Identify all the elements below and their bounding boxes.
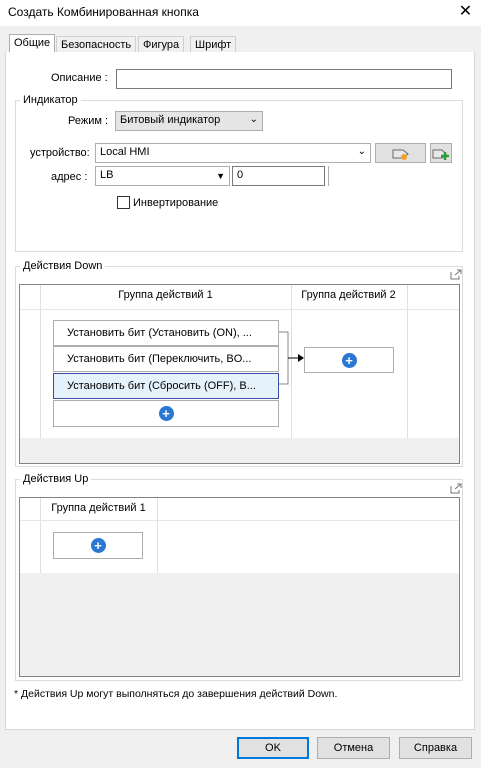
add-device-button[interactable] xyxy=(430,143,452,163)
window-title: Создать Комбинированная кнопка xyxy=(8,5,199,19)
plus-icon: + xyxy=(158,406,174,421)
caret-down-icon: ▼ xyxy=(216,171,225,181)
device-dropdown[interactable]: Local HMI ⌄ xyxy=(95,143,371,163)
grid-spacer xyxy=(408,285,459,438)
description-input[interactable] xyxy=(116,69,452,89)
chevron-down-icon: ⌄ xyxy=(249,114,258,125)
tab-shape[interactable]: Фигура xyxy=(138,36,185,53)
down-actions-title: Действия Down xyxy=(20,260,106,272)
mode-label: Режим : xyxy=(68,115,109,127)
tag-settings-icon xyxy=(392,149,409,160)
address-type-value: LB xyxy=(100,169,114,181)
tab-security[interactable]: Безопасность xyxy=(56,36,137,53)
plus-icon: + xyxy=(90,538,106,553)
popout-icon[interactable] xyxy=(450,483,462,494)
device-label: устройство: xyxy=(30,147,90,159)
plus-icon: + xyxy=(341,353,357,368)
cancel-button[interactable]: Отмена xyxy=(317,737,390,759)
indicator-group-title: Индикатор xyxy=(20,94,81,106)
action-item-set-on[interactable]: Установить бит (Установить (ON), ... xyxy=(53,320,279,346)
grid-gutter xyxy=(20,285,40,438)
mode-dropdown[interactable]: Битовый индикатор ⌄ xyxy=(115,111,263,131)
down-group-1-header: Группа действий 1 xyxy=(118,289,213,301)
help-button[interactable]: Справка xyxy=(399,737,472,759)
action-item-reset-off[interactable]: Установить бит (Сбросить (OFF), B... xyxy=(53,373,279,399)
address-label: адрес : xyxy=(51,171,88,183)
address-input[interactable]: 0 xyxy=(232,166,325,186)
tab-font[interactable]: Шрифт xyxy=(190,36,237,53)
down-group-2-header: Группа действий 2 xyxy=(301,289,396,301)
address-divider xyxy=(328,166,329,186)
popout-icon[interactable] xyxy=(450,269,462,280)
up-actions-grid xyxy=(19,497,460,677)
address-type-dropdown[interactable]: LB ▼ xyxy=(95,166,230,186)
action-item-toggle[interactable]: Установить бит (Переключить, BO... xyxy=(53,346,279,372)
invert-checkbox[interactable] xyxy=(117,196,130,209)
ok-button[interactable]: OK xyxy=(237,737,309,759)
tag-add-icon xyxy=(432,149,449,160)
invert-label: Инвертирование xyxy=(133,197,219,209)
grid-spacer xyxy=(158,498,459,573)
device-settings-button[interactable] xyxy=(375,143,426,163)
device-value: Local HMI xyxy=(100,146,150,158)
footnote: * Действия Up могут выполняться до завер… xyxy=(14,688,338,700)
grid-gutter xyxy=(20,498,40,573)
up-group-1-header: Группа действий 1 xyxy=(51,502,146,514)
tab-general[interactable]: Общие xyxy=(9,34,56,53)
mode-value: Битовый индикатор xyxy=(120,114,221,126)
add-action-group-2-button[interactable]: + xyxy=(304,347,394,373)
up-actions-title: Действия Up xyxy=(20,473,92,485)
flow-connector xyxy=(279,331,304,385)
add-action-group-1-button[interactable]: + xyxy=(53,400,279,427)
add-action-up-group-1-button[interactable]: + xyxy=(53,532,143,559)
chevron-down-icon: ⌄ xyxy=(357,146,366,157)
close-button[interactable]: ✕ xyxy=(450,0,481,26)
description-label: Описание : xyxy=(51,72,108,84)
